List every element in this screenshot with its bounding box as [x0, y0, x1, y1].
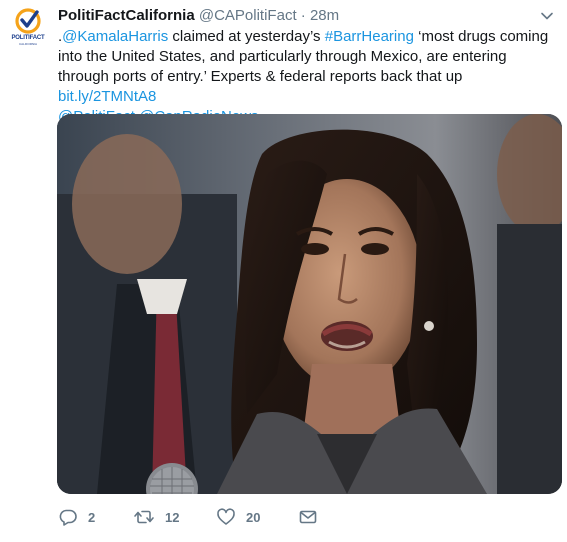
short-link[interactable]: bit.ly/2TMNtA8	[58, 88, 156, 105]
reply-count: 2	[88, 509, 96, 525]
avatar[interactable]: POLITIFACT CALIFORNIA	[5, 5, 51, 51]
retweet-icon	[134, 510, 154, 524]
chevron-down-icon[interactable]	[539, 8, 555, 24]
text-segment: claimed at yesterday’s	[168, 28, 325, 45]
retweet-button[interactable]: 12	[133, 507, 179, 527]
hashtag-barrhearing[interactable]: #BarrHearing	[325, 28, 414, 45]
envelope-icon	[299, 510, 317, 524]
avatar-logo-text: POLITIFACT	[11, 35, 45, 41]
like-count: 20	[246, 509, 261, 525]
separator-dot: ·	[300, 7, 306, 24]
tweet-text: .@KamalaHarris claimed at yesterday’s #B…	[58, 27, 558, 127]
reply-icon	[59, 509, 77, 526]
mention-kamalaharris[interactable]: @KamalaHarris	[62, 28, 168, 45]
retweet-count: 12	[165, 509, 180, 525]
direct-message-button[interactable]	[298, 507, 318, 527]
heart-icon	[217, 508, 235, 525]
tweet-photo[interactable]	[57, 114, 562, 494]
photo-illustration	[57, 114, 562, 494]
reply-button[interactable]: 2	[58, 507, 95, 527]
tweet-timestamp[interactable]: 28m	[310, 7, 339, 24]
tweet-header: PolitiFactCalifornia @CAPolitiFact · 28m	[58, 6, 339, 26]
tweet[interactable]: POLITIFACT CALIFORNIA PolitiFactCaliforn…	[0, 0, 567, 542]
like-button[interactable]: 20	[216, 507, 260, 527]
avatar-logo-subtext: CALIFORNIA	[18, 42, 37, 46]
screen-name[interactable]: @CAPolitiFact	[199, 7, 297, 24]
display-name[interactable]: PolitiFactCalifornia	[58, 7, 195, 24]
